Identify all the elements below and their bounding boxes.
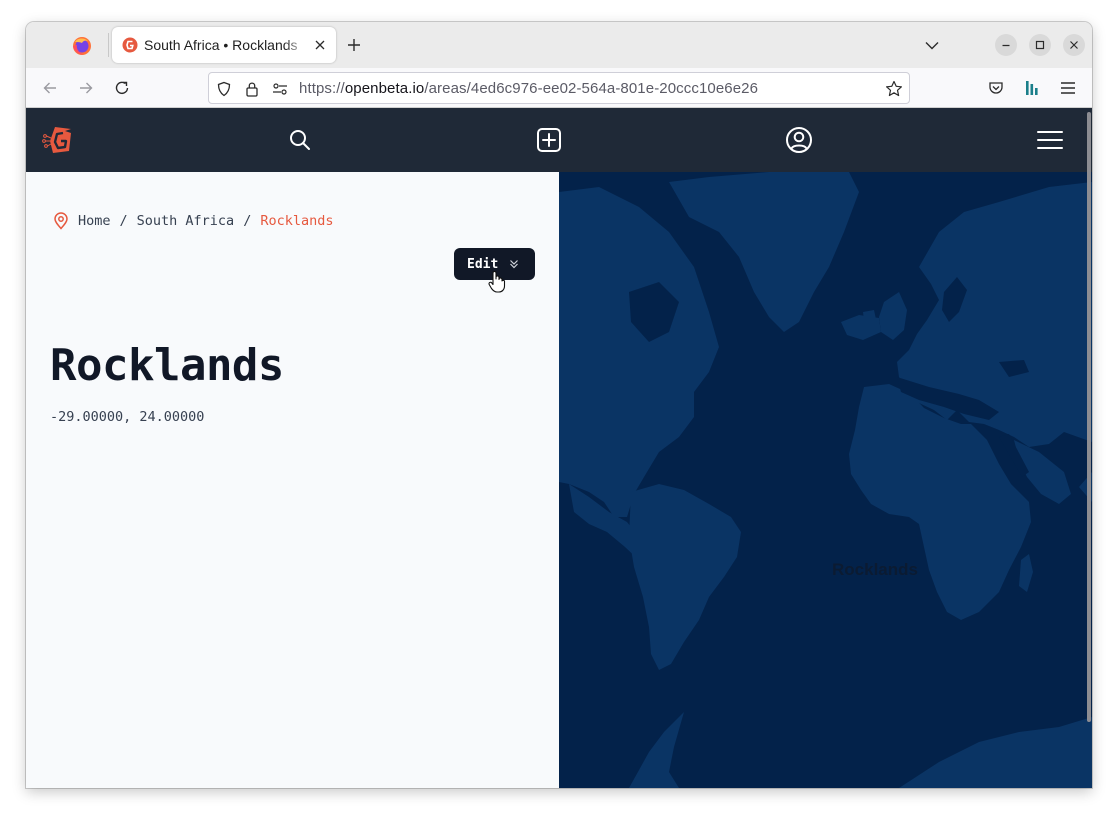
map-land-madagascar	[1019, 554, 1033, 592]
close-icon[interactable]	[312, 37, 328, 53]
shield-icon[interactable]	[215, 80, 233, 98]
openbeta-extension-icon[interactable]	[1020, 76, 1044, 100]
map-land-antarctica	[629, 712, 684, 788]
url-bar[interactable]: https://openbeta.io/areas/4ed6c976-ee02-…	[208, 72, 910, 104]
openbeta-logo[interactable]	[40, 122, 78, 158]
hand-cursor-icon	[488, 271, 506, 293]
browser-window: South Africa • Rocklands https://openbet…	[26, 22, 1092, 788]
location-pin-icon	[52, 212, 70, 230]
plus-icon[interactable]	[344, 35, 364, 55]
permissions-icon[interactable]	[271, 80, 289, 98]
map-land-eurasia	[897, 182, 1092, 447]
page-scrollbar[interactable]	[1087, 112, 1091, 722]
url-path: /areas/4ed6c976-ee02-564a-801e-20ccc10e6…	[424, 80, 759, 97]
firefox-icon[interactable]	[70, 34, 94, 58]
map-land-south-america	[629, 484, 741, 670]
map-land-british-isles	[879, 292, 907, 340]
navigation-bar: https://openbeta.io/areas/4ed6c976-ee02-…	[26, 68, 1092, 108]
site-header	[26, 108, 1092, 172]
menu-icon[interactable]	[1034, 124, 1066, 156]
pocket-icon[interactable]	[984, 76, 1008, 100]
reload-icon[interactable]	[110, 76, 134, 100]
map-land-north-america	[559, 187, 719, 517]
breadcrumb-current[interactable]: Rocklands	[260, 213, 333, 229]
lock-icon[interactable]	[243, 80, 261, 98]
breadcrumb: Home / South Africa / Rocklands	[52, 212, 334, 230]
area-map[interactable]: Rocklands	[559, 172, 1092, 788]
area-coordinates: -29.00000, 24.00000	[50, 409, 205, 425]
forward-icon[interactable]	[74, 76, 98, 100]
world-map-land	[559, 172, 1092, 788]
tab-strip: South Africa • Rocklands	[26, 22, 1092, 68]
back-icon[interactable]	[38, 76, 62, 100]
url-host: openbeta.io	[344, 80, 425, 97]
search-icon[interactable]	[284, 124, 316, 156]
user-icon[interactable]	[783, 124, 815, 156]
maximize-icon[interactable]	[1029, 34, 1051, 56]
add-icon[interactable]	[533, 124, 565, 156]
area-title: Rocklands	[50, 340, 284, 391]
tab-active[interactable]: South Africa • Rocklands	[112, 27, 336, 63]
area-details-panel: Home / South Africa / Rocklands Edit Roc…	[26, 172, 559, 788]
breadcrumb-home[interactable]: Home	[78, 213, 111, 229]
minimize-icon[interactable]	[995, 34, 1017, 56]
chevron-double-down-icon	[508, 258, 520, 270]
menu-icon[interactable]	[1056, 76, 1080, 100]
star-icon[interactable]	[885, 80, 903, 98]
openbeta-favicon	[122, 37, 138, 53]
breadcrumb-separator: /	[243, 213, 252, 229]
breadcrumb-south-africa[interactable]: South Africa	[137, 213, 235, 229]
url-text[interactable]: https://openbeta.io/areas/4ed6c976-ee02-…	[299, 80, 758, 97]
map-marker-label[interactable]: Rocklands	[832, 560, 918, 580]
breadcrumb-separator: /	[119, 213, 128, 229]
tab-separator	[108, 33, 109, 57]
tab-title: South Africa • Rocklands	[144, 37, 298, 53]
close-icon[interactable]	[1063, 34, 1085, 56]
chevron-down-icon[interactable]	[922, 36, 942, 54]
url-prefix: https://	[299, 80, 345, 97]
